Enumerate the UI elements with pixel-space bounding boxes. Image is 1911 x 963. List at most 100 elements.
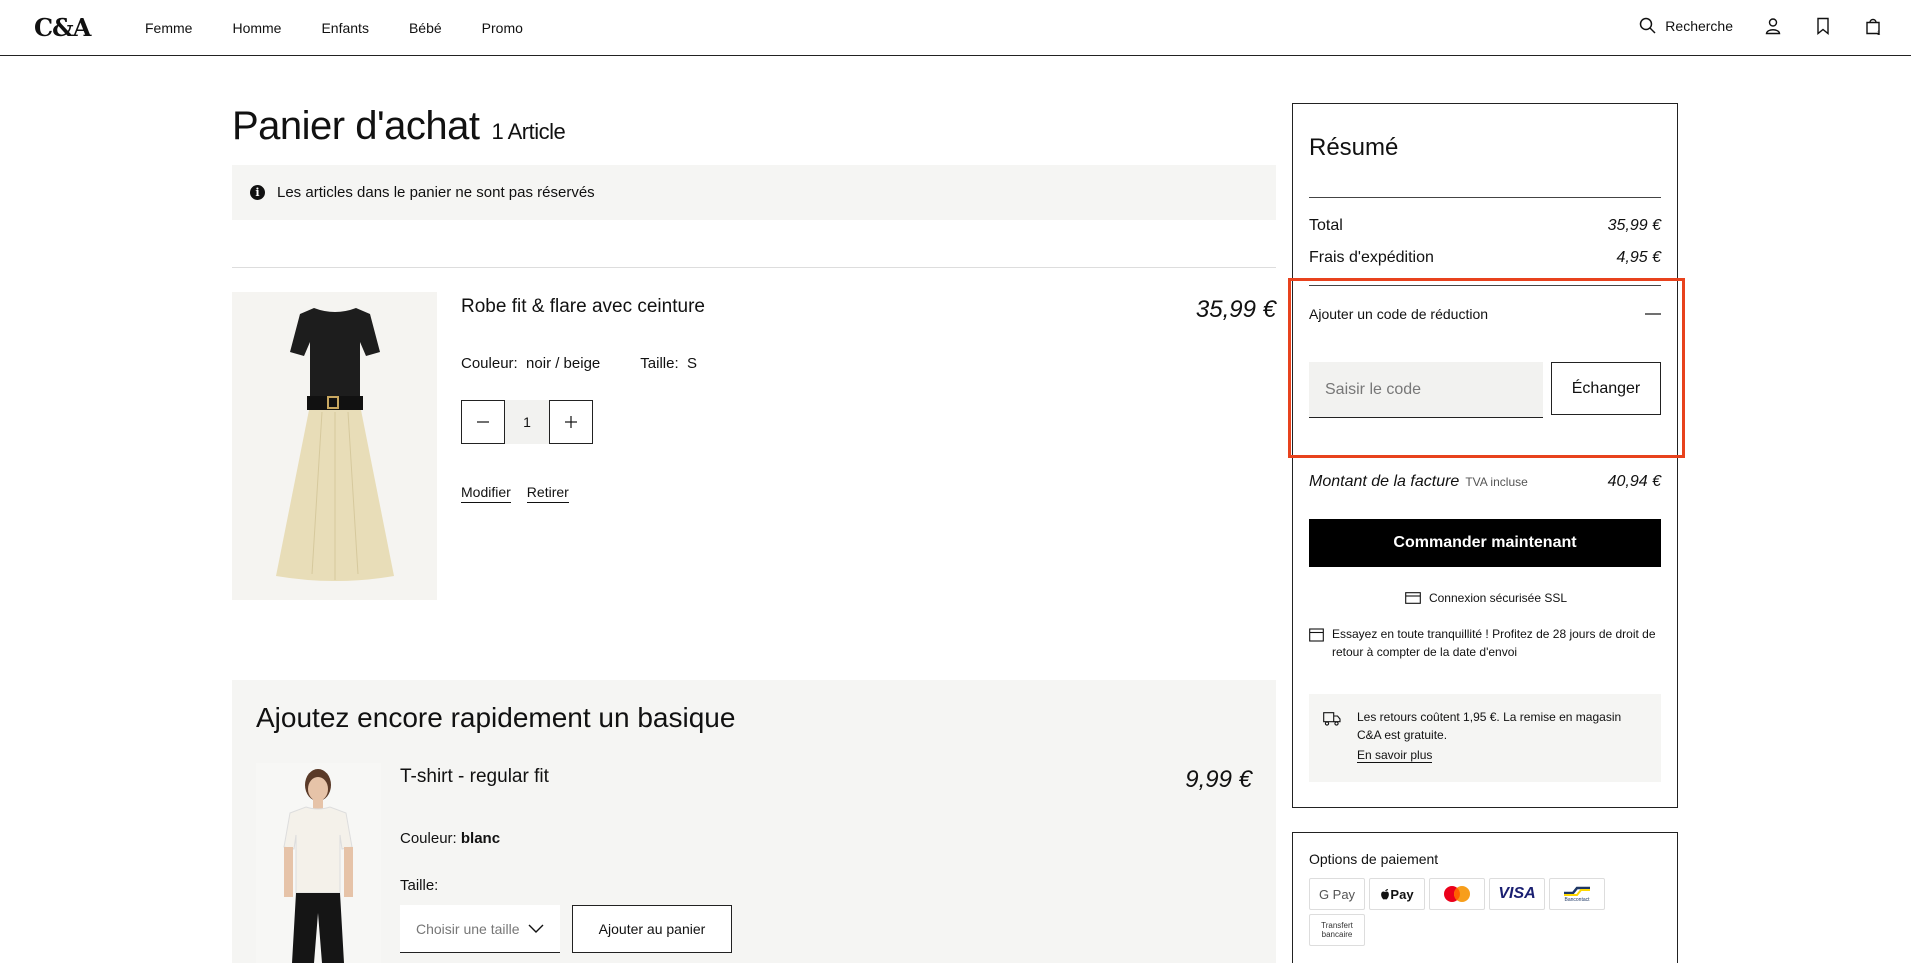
bank-transfer-logo: Transfert bancaire	[1309, 914, 1365, 946]
header-actions: Recherche 1	[1638, 16, 1883, 36]
main-nav: Femme Homme Enfants Bébé Promo	[145, 20, 523, 36]
bookmark-icon[interactable]	[1813, 16, 1833, 36]
upsell-color-label: Couleur:	[400, 830, 457, 847]
size-select[interactable]: Choisir une taille	[400, 905, 560, 953]
learn-more-link[interactable]: En savoir plus	[1357, 748, 1433, 763]
minus-icon	[477, 421, 489, 423]
return-policy: Essayez en toute tranquillité ! Profitez…	[1309, 625, 1661, 661]
size-attribute: Taille: S	[640, 355, 697, 372]
upsell-product-image[interactable]	[256, 763, 381, 963]
summary-title: Résumé	[1309, 134, 1399, 161]
return-policy-text: Essayez en toute tranquillité ! Profitez…	[1332, 627, 1656, 659]
upsell-color: Couleur: blanc	[400, 830, 500, 847]
nav-promo[interactable]: Promo	[482, 20, 523, 36]
promo-code-input[interactable]: Saisir le code	[1309, 362, 1543, 418]
plus-icon	[565, 416, 577, 428]
apple-pay-logo: Pay	[1369, 878, 1425, 910]
ca-logo[interactable]: C&A	[34, 13, 91, 42]
divider	[232, 267, 1276, 268]
size-select-placeholder: Choisir une taille	[416, 920, 520, 937]
promo-toggle[interactable]: Ajouter un code de réduction	[1309, 306, 1661, 322]
payment-methods-row-2: Transfert bancaire	[1309, 914, 1365, 946]
apple-icon	[1381, 889, 1390, 900]
truck-icon	[1323, 712, 1341, 726]
svg-text:1: 1	[1877, 31, 1881, 36]
total-value: 35,99 €	[1607, 217, 1661, 234]
payment-title: Options de paiement	[1309, 851, 1439, 867]
payment-methods: G Pay Pay VISA Bancontact	[1309, 878, 1605, 910]
mastercard-icon	[1444, 886, 1470, 902]
order-now-button[interactable]: Commander maintenant	[1309, 519, 1661, 567]
color-label: Couleur:	[461, 355, 518, 372]
upsell-section: Ajoutez encore rapidement un basique T-s…	[232, 680, 1276, 963]
account-icon[interactable]	[1763, 16, 1783, 36]
upsell-size-label: Taille:	[400, 877, 439, 894]
size-label: Taille:	[640, 355, 679, 372]
google-pay-text: G Pay	[1318, 886, 1356, 902]
nav-homme[interactable]: Homme	[232, 20, 281, 36]
search-button[interactable]: Recherche	[1638, 16, 1733, 36]
product-price: 35,99 €	[1195, 296, 1276, 323]
page-title: Panier d'achat 1 Article	[232, 104, 566, 149]
color-value: noir / beige	[526, 355, 601, 372]
product-name[interactable]: Robe fit & flare avec ceinture	[461, 296, 705, 318]
bancontact-icon	[1564, 886, 1590, 896]
info-icon: i	[250, 185, 265, 200]
nav-enfants[interactable]: Enfants	[321, 20, 368, 36]
upsell-title: Ajoutez encore rapidement un basique	[256, 702, 736, 733]
shipping-label: Frais d'expédition	[1309, 249, 1434, 266]
increase-quantity-button[interactable]	[549, 400, 593, 444]
page-title-text: Panier d'achat	[232, 104, 480, 148]
shipping-value: 4,95 €	[1616, 249, 1661, 266]
ssl-text: Connexion sécurisée SSL	[1428, 591, 1568, 605]
visa-text: VISA	[1498, 885, 1536, 902]
product-image[interactable]	[232, 292, 437, 600]
upsell-product-name[interactable]: T-shirt - regular fit	[400, 766, 549, 788]
modify-link[interactable]: Modifier	[461, 484, 511, 503]
bancontact-text: Bancontact	[1564, 896, 1590, 903]
total-row: Total 35,99 €	[1309, 217, 1661, 235]
google-pay-logo: G Pay	[1309, 878, 1365, 910]
apple-pay-text: Pay	[1390, 886, 1414, 902]
cart-icon[interactable]: 1	[1863, 16, 1883, 36]
summary-divider	[1309, 197, 1661, 198]
site-header: C&A Femme Homme Enfants Bébé Promo Reche…	[0, 0, 1911, 56]
invoice-value: 40,94 €	[1607, 473, 1661, 490]
nav-bebe[interactable]: Bébé	[409, 20, 442, 36]
remove-link[interactable]: Retirer	[526, 484, 569, 503]
ssl-notice: Connexion sécurisée SSL	[1293, 591, 1679, 605]
bancontact-logo: Bancontact	[1549, 878, 1605, 910]
invoice-label: Montant de la facture	[1309, 473, 1460, 490]
search-label: Recherche	[1665, 18, 1733, 34]
size-value: S	[686, 355, 697, 372]
quantity-value[interactable]: 1	[505, 400, 549, 444]
order-summary: Résumé Total 35,99 € Frais d'expédition …	[1292, 103, 1678, 808]
upsell-color-value: blanc	[460, 830, 501, 847]
invoice-label-group: Montant de la facture TVA incluse	[1309, 473, 1528, 491]
shipping-row: Frais d'expédition 4,95 €	[1309, 249, 1661, 267]
card-icon	[1405, 592, 1421, 604]
summary-divider	[1309, 285, 1661, 286]
redeem-button[interactable]: Échanger	[1551, 362, 1661, 415]
add-to-cart-button[interactable]: Ajouter au panier	[572, 905, 732, 953]
promo-label: Ajouter un code de réduction	[1309, 306, 1489, 322]
payment-options: Options de paiement G Pay Pay VISA Banco…	[1292, 832, 1678, 963]
calendar-icon	[1309, 628, 1324, 642]
dress-illustration	[232, 292, 437, 600]
mastercard-logo	[1429, 878, 1485, 910]
notice-text: Les articles dans le panier ne sont pas …	[277, 184, 595, 201]
decrease-quantity-button[interactable]	[461, 400, 505, 444]
invoice-row: Montant de la facture TVA incluse 40,94 €	[1309, 473, 1661, 491]
chevron-down-icon	[528, 924, 544, 933]
collapse-minus-icon	[1645, 313, 1661, 315]
reservation-notice: i Les articles dans le panier ne sont pa…	[232, 165, 1276, 220]
total-label: Total	[1309, 217, 1343, 234]
tva-note: TVA incluse	[1465, 475, 1528, 489]
color-attribute: Couleur: noir / beige	[461, 355, 600, 372]
nav-femme[interactable]: Femme	[145, 20, 192, 36]
returns-text: Les retours coûtent 1,95 €. La remise en…	[1357, 710, 1622, 742]
returns-info: Les retours coûtent 1,95 €. La remise en…	[1309, 694, 1661, 782]
search-icon	[1640, 17, 1656, 34]
tshirt-model-illustration	[256, 763, 381, 963]
visa-logo: VISA	[1489, 878, 1545, 910]
